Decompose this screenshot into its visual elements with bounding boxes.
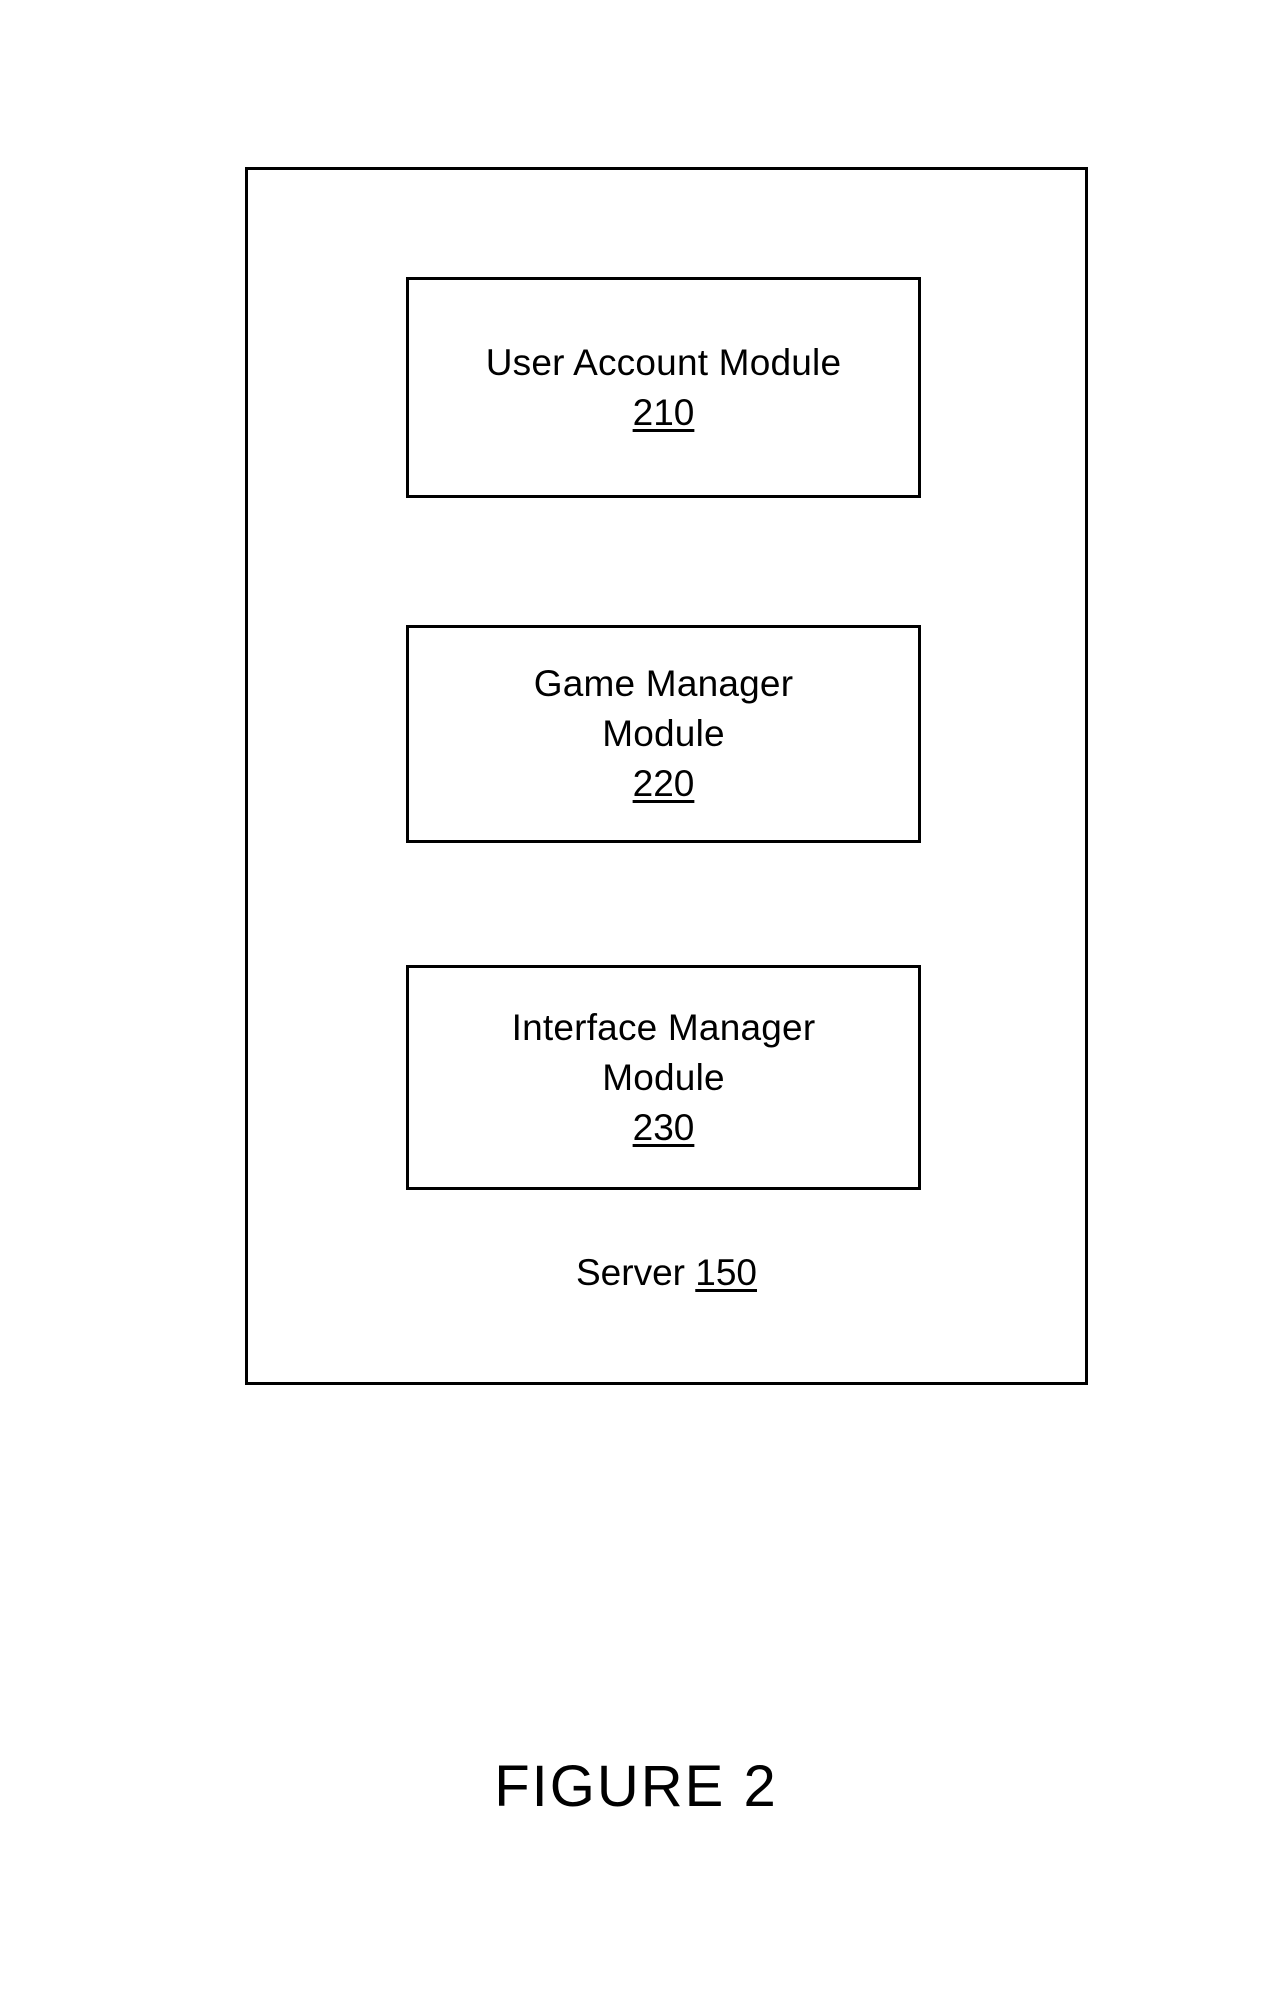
server-reference-numeral-150: 150 [695,1252,757,1293]
module-box-user-account: User Account Module 210 [406,277,921,498]
module-title-user-account: User Account Module [485,341,842,383]
module-title-game-manager: Game Manager Module [533,663,794,754]
server-container-box: User Account Module 210 Game Manager Mod… [245,167,1088,1385]
module-reference-numeral-220: 220 [632,763,695,804]
module-title-interface-manager: Interface Manager Module [511,1006,816,1098]
module-reference-numeral-210: 210 [632,391,695,433]
server-label-space [685,1252,695,1293]
server-label: Server 150 [248,1250,1085,1296]
module-reference-numeral-230: 230 [632,1106,695,1148]
figure-caption: FIGURE 2 [494,1754,778,1819]
server-label-text: Server [576,1252,685,1293]
module-box-game-manager: Game Manager Module 220 [406,625,921,843]
module-box-interface-manager: Interface Manager Module 230 [406,965,921,1190]
